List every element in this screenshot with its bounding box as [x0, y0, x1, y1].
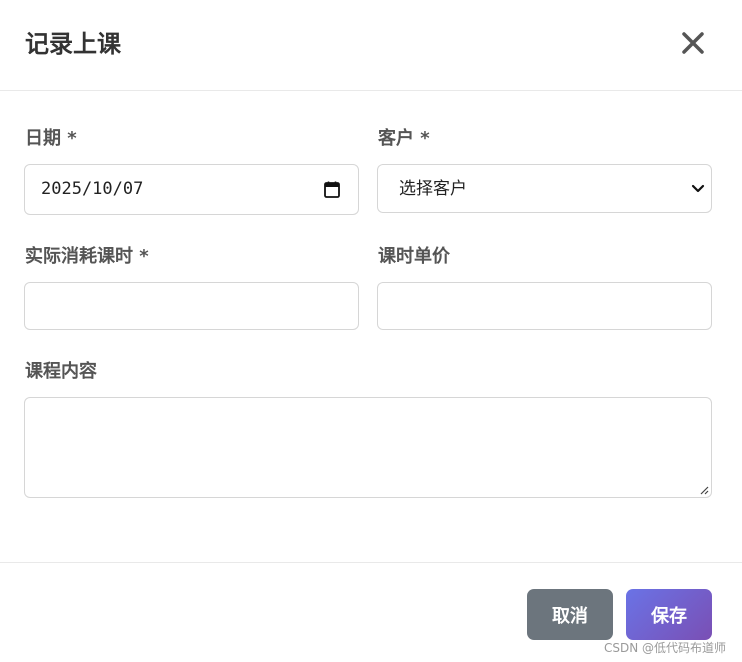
dialog-header: 记录上课 — [0, 0, 742, 91]
customer-label: 客户 * — [378, 128, 430, 149]
watermark: CSDN @低代码布道师 — [604, 641, 727, 655]
unit-price-label: 课时单价 — [378, 246, 450, 267]
cancel-button[interactable]: 取消 — [527, 589, 613, 640]
date-label: 日期 * — [25, 128, 77, 149]
date-input[interactable]: 2025/10/07 — [24, 164, 359, 215]
save-button[interactable]: 保存 — [626, 589, 712, 640]
date-value: 2025/10/07 — [41, 179, 144, 199]
chevron-down-icon — [691, 184, 705, 193]
record-class-dialog: 记录上课 日期 * 2025/10/07 客户 * 选择客户 实际消耗课时 * … — [0, 0, 742, 662]
hours-label: 实际消耗课时 * — [25, 246, 149, 267]
dialog-title: 记录上课 — [25, 30, 121, 58]
content-textarea[interactable] — [24, 397, 712, 498]
close-icon — [682, 32, 704, 54]
unit-price-input[interactable] — [377, 282, 712, 330]
resize-handle-icon[interactable] — [699, 485, 709, 495]
customer-select-value: 选择客户 — [399, 179, 467, 199]
customer-select[interactable]: 选择客户 — [377, 164, 712, 213]
hours-input[interactable] — [24, 282, 359, 330]
content-label: 课程内容 — [25, 361, 97, 382]
calendar-icon[interactable] — [324, 181, 340, 198]
close-button[interactable] — [676, 26, 710, 60]
